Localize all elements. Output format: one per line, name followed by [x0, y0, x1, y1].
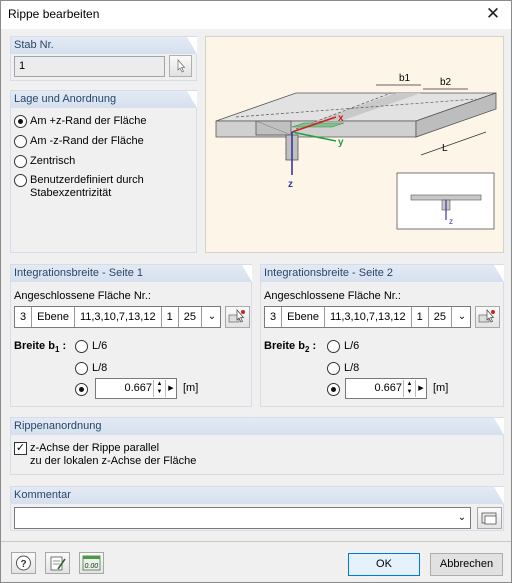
side2-radio-l8[interactable] [327, 362, 340, 375]
label-plus-z: Am +z-Rand der Fläche [30, 115, 147, 127]
side2-breite-label: Breite b2 : [264, 340, 317, 355]
pick-surface-icon [228, 309, 245, 323]
side1-radio-l6[interactable] [75, 340, 88, 353]
side2-unit: [m] [433, 382, 449, 394]
spinner-updown-icon[interactable]: ▲ ▼ [153, 380, 165, 397]
check-label-line2: zu der lokalen z-Achse der Fläche [30, 455, 197, 467]
side1-cell-material: 1 [162, 307, 179, 327]
side2-width-value: 0.667 [374, 382, 402, 394]
side2-cell-thickness: 25 [429, 307, 452, 327]
side1-breite-label: Breite b1 : [14, 340, 67, 355]
side1-pick-surface-button[interactable] [225, 306, 250, 328]
pick-surface-icon [478, 309, 495, 323]
side1-unit: [m] [183, 382, 199, 394]
pick-cursor-icon [177, 58, 186, 73]
units-icon-text: 0.00 [85, 563, 99, 570]
kommentar-group: Kommentar ⌄ [10, 486, 504, 531]
side1-cell-type: Ebene [32, 307, 75, 327]
y-axis-label: y [338, 137, 344, 148]
svg-text:?: ? [21, 559, 27, 570]
select-member-button[interactable] [169, 55, 192, 77]
side2-cell-number: 3 [265, 307, 283, 327]
side1-surface-combo[interactable]: 3 Ebene 11,3,10,7,13,12 1 25 ⌄ [14, 306, 221, 328]
rib-illustration: b1 b2 L x y z z [215, 73, 497, 230]
spinner-right-icon[interactable]: ▶ [165, 380, 176, 397]
label-minus-z: Am -z-Rand der Fläche [30, 135, 144, 147]
z-axis-parallel-checkbox[interactable]: ✓ [14, 442, 27, 455]
cancel-button[interactable]: Abbrechen [430, 553, 503, 576]
rippen-header: Rippenanordnung [11, 418, 504, 435]
side1-cell-number: 3 [15, 307, 33, 327]
side1-surface-label: Angeschlossene Fläche Nr.: [14, 290, 151, 302]
lage-header: Lage und Anordnung [11, 91, 197, 108]
side2-pick-surface-button[interactable] [475, 306, 500, 328]
b2-label: b2 [440, 77, 452, 88]
side1-label-l6: L/6 [92, 340, 108, 352]
side1-width-spinner[interactable]: 0.667 ▲ ▼ ▶ [95, 378, 177, 399]
side2-header: Integrationsbreite - Seite 2 [261, 265, 504, 282]
spinner-updown-icon[interactable]: ▲ ▼ [403, 380, 415, 397]
radio-benutzerdefiniert[interactable] [14, 174, 27, 187]
inset-z-label: z [449, 217, 453, 226]
stab-header: Stab Nr. [11, 37, 197, 54]
radio-zentrisch[interactable] [14, 155, 27, 168]
side2-surface-combo[interactable]: 3 Ebene 11,3,10,7,13,12 1 25 ⌄ [264, 306, 471, 328]
side2-radio-custom[interactable] [327, 383, 340, 396]
side2-cell-lines: 11,3,10,7,13,12 [325, 307, 412, 327]
edit-document-icon [50, 556, 66, 571]
rib-diagram: b1 b2 L x y z z [205, 36, 504, 253]
side2-surface-label: Angeschlossene Fläche Nr.: [264, 290, 401, 302]
comment-input[interactable]: ⌄ [14, 507, 471, 529]
chevron-down-icon: ⌄ [454, 508, 470, 528]
units-icon: 0.00 [82, 555, 101, 571]
spinner-right-icon[interactable]: ▶ [415, 380, 426, 397]
side2-cell-type: Ebene [282, 307, 325, 327]
side2-label-l6: L/6 [344, 340, 360, 352]
label-stabexzentrizitaet: Stabexzentrizität [30, 187, 112, 199]
chevron-down-icon: ⌄ [454, 307, 470, 327]
label-benutzerdefiniert: Benutzerdefiniert durch [30, 174, 144, 186]
side2-cell-material: 1 [412, 307, 429, 327]
side1-width-value: 0.667 [124, 382, 152, 394]
z-axis-label: z [288, 179, 293, 190]
comment-library-button[interactable] [477, 507, 502, 529]
close-icon[interactable]: ✕ [483, 4, 503, 24]
side1-header: Integrationsbreite - Seite 1 [11, 265, 252, 282]
units-button[interactable]: 0.00 [79, 552, 104, 574]
side2-width-spinner[interactable]: 0.667 ▲ ▼ ▶ [345, 378, 427, 399]
x-axis-label: x [338, 113, 344, 124]
check-label-line1: z-Achse der Rippe parallel [30, 442, 160, 454]
side1-group: Integrationsbreite - Seite 1 Angeschloss… [10, 264, 252, 407]
rippen-group: Rippenanordnung ✓ z-Achse der Rippe para… [10, 417, 504, 475]
stab-number-field[interactable]: 1 [14, 56, 165, 77]
radio-plus-z[interactable] [14, 115, 27, 128]
label-zentrisch: Zentrisch [30, 155, 76, 167]
edit-button[interactable] [45, 552, 70, 574]
ok-button[interactable]: OK [348, 553, 420, 576]
lage-group: Lage und Anordnung Am +z-Rand der Fläche… [10, 90, 197, 253]
footer-divider [1, 541, 511, 542]
side1-radio-l8[interactable] [75, 362, 88, 375]
side1-cell-thickness: 25 [179, 307, 202, 327]
side2-radio-l6[interactable] [327, 340, 340, 353]
chevron-down-icon: ⌄ [204, 307, 220, 327]
side2-label-l8: L/8 [344, 362, 360, 374]
side2-group: Integrationsbreite - Seite 2 Angeschloss… [260, 264, 504, 407]
side1-radio-custom[interactable] [75, 383, 88, 396]
window-title: Rippe bearbeiten [8, 7, 100, 21]
side1-label-l8: L/8 [92, 362, 108, 374]
help-icon: ? [16, 555, 31, 571]
comment-library-icon [481, 512, 497, 525]
help-button[interactable]: ? [11, 552, 36, 574]
radio-minus-z[interactable] [14, 135, 27, 148]
side1-cell-lines: 11,3,10,7,13,12 [75, 307, 162, 327]
b1-label: b1 [399, 73, 411, 84]
dialog-window: Rippe bearbeiten ✕ Stab Nr. 1 Lage und A… [0, 0, 512, 583]
L-label: L [442, 143, 448, 154]
kommentar-header: Kommentar [11, 487, 504, 504]
stab-group: Stab Nr. 1 [10, 36, 197, 81]
title-bar: Rippe bearbeiten ✕ [1, 1, 511, 29]
